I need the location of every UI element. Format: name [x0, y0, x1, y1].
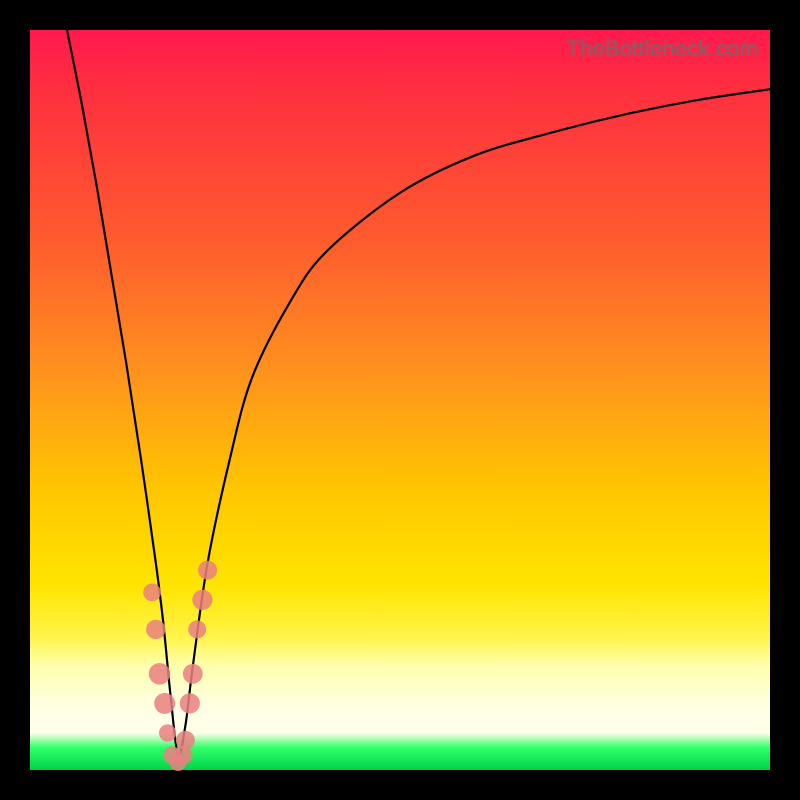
chart-frame: TheBottleneck.com — [0, 0, 800, 800]
highlight-dot — [198, 561, 217, 580]
highlight-dot — [188, 620, 206, 638]
highlight-dot — [159, 724, 176, 741]
dip-cluster-dots — [143, 561, 217, 771]
highlight-dot — [149, 663, 171, 685]
highlight-dot — [183, 664, 203, 684]
chart-svg — [30, 30, 770, 770]
highlight-dot — [146, 620, 165, 639]
plot-area: TheBottleneck.com — [30, 30, 770, 770]
highlight-dot — [192, 590, 212, 610]
highlight-dot — [143, 584, 161, 602]
highlight-dot — [180, 693, 200, 713]
highlight-dot — [154, 693, 175, 714]
highlight-dot — [176, 731, 195, 750]
bottleneck-curve — [67, 30, 770, 756]
